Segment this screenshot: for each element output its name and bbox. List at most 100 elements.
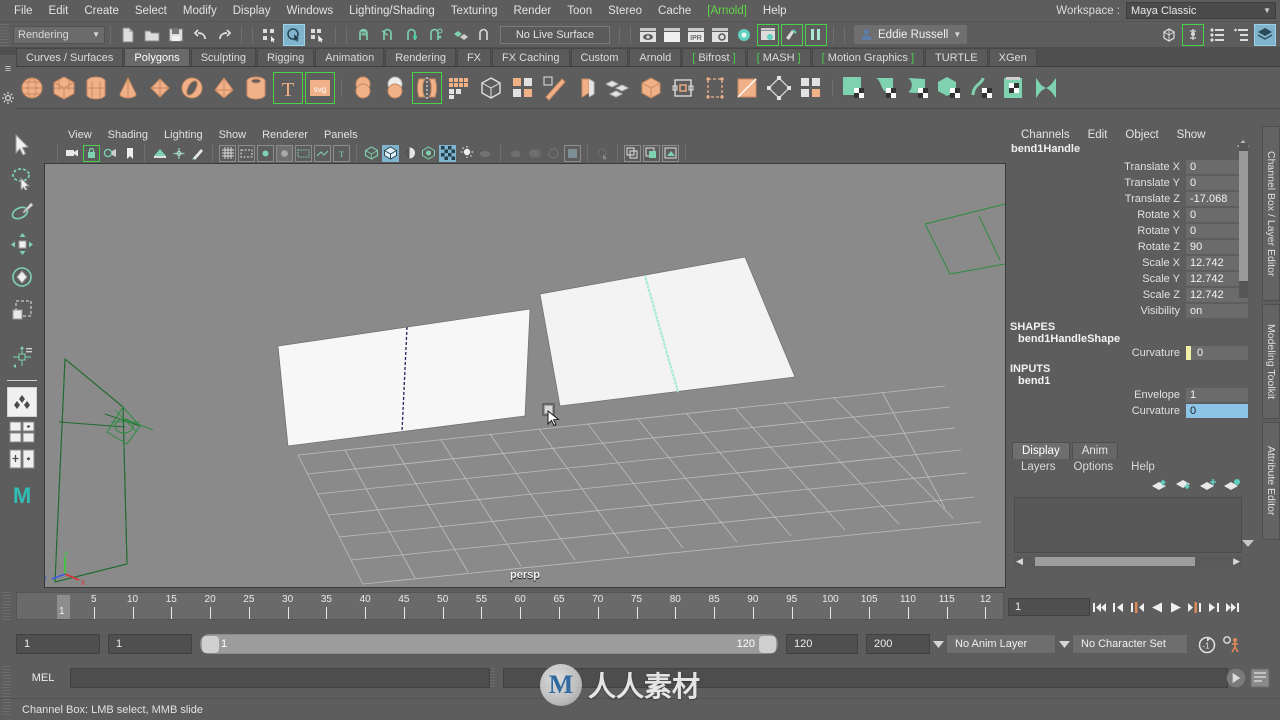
shelf-tab-sculpting[interactable]: Sculpting xyxy=(190,48,256,66)
attribute-editor-toggle-icon[interactable] xyxy=(1182,23,1204,46)
range-slider-bar[interactable]: 1 120 xyxy=(200,634,778,654)
previous-key-button[interactable] xyxy=(1128,597,1147,617)
snap-to-point-icon[interactable] xyxy=(401,24,423,46)
poly-quad-draw-icon[interactable] xyxy=(796,72,826,104)
channel-row-translate-x[interactable]: Translate X 0 xyxy=(1006,159,1262,175)
poly-torus-icon[interactable] xyxy=(177,72,207,104)
poly-mirror-icon[interactable] xyxy=(412,71,442,104)
menu-windows[interactable]: Windows xyxy=(278,2,341,20)
step-back-button[interactable] xyxy=(1109,597,1128,617)
undo-button[interactable] xyxy=(189,24,211,46)
poly-cube-icon[interactable] xyxy=(49,72,79,104)
poly-append-icon[interactable] xyxy=(700,72,730,104)
hypershade-icon[interactable] xyxy=(733,24,755,46)
shelf-menu-icon[interactable]: ≡ xyxy=(5,63,11,74)
animation-preferences-icon[interactable] xyxy=(1220,633,1242,655)
poly-plane-icon[interactable] xyxy=(145,72,175,104)
layers-toggle-icon[interactable] xyxy=(1254,23,1276,46)
xray-icon[interactable] xyxy=(295,144,312,162)
uv-layout-icon[interactable] xyxy=(999,72,1029,104)
light-editor-icon[interactable] xyxy=(781,23,803,46)
viewport-menu-shading[interactable]: Shading xyxy=(100,129,156,141)
shelf-tab-bifrost[interactable]: [ Bifrost ] xyxy=(682,48,746,66)
channel-value-field[interactable]: on xyxy=(1186,304,1248,318)
poly-reduce-icon[interactable] xyxy=(764,72,794,104)
channel-box-toggle-icon[interactable] xyxy=(1206,24,1228,46)
ipr-render-icon[interactable]: IPR xyxy=(685,24,707,46)
open-scene-button[interactable] xyxy=(141,24,163,46)
shelf-tab-fx-caching[interactable]: FX Caching xyxy=(492,48,570,66)
modeling-toolkit-toggle-icon[interactable] xyxy=(1158,24,1180,46)
poly-svg-icon[interactable]: svg xyxy=(305,71,335,104)
two-d-pan-zoom-icon[interactable] xyxy=(170,145,187,162)
wireframe-shading-icon[interactable] xyxy=(363,145,380,162)
camera-attributes-icon[interactable] xyxy=(102,145,119,162)
xray-joints-icon[interactable] xyxy=(314,144,331,162)
select-by-component-icon[interactable] xyxy=(307,24,329,46)
poly-cone-icon[interactable] xyxy=(113,72,143,104)
live-surface-field[interactable]: No Live Surface xyxy=(500,25,610,44)
command-input-field[interactable] xyxy=(70,668,490,688)
shelf-tab-polygons[interactable]: Polygons xyxy=(124,48,190,66)
shadows-icon[interactable] xyxy=(477,145,494,162)
range-end-field[interactable]: 120 xyxy=(786,634,858,654)
go-to-start-button[interactable] xyxy=(1090,597,1109,617)
anim-end-field[interactable]: 200 xyxy=(866,634,930,654)
paint-select-tool-icon[interactable] xyxy=(7,196,37,226)
poly-combine-icon[interactable] xyxy=(476,72,506,104)
command-output-field[interactable] xyxy=(503,668,1228,688)
uv-symmetrize-icon[interactable] xyxy=(1031,72,1061,104)
poly-separate-icon[interactable] xyxy=(508,72,538,104)
poly-bridge-icon[interactable] xyxy=(636,72,666,104)
shelf-tab-fx[interactable]: FX xyxy=(456,48,492,66)
workspace-dropdown[interactable]: Maya Classic ▼ xyxy=(1126,2,1276,19)
anim-layer-field[interactable]: No Anim Layer xyxy=(946,634,1056,654)
shade-all-and-wireframe-icon[interactable] xyxy=(401,145,418,162)
character-set-field[interactable]: No Character Set xyxy=(1072,634,1188,654)
viewport-copy-icon[interactable] xyxy=(624,144,641,162)
resolution-gate-icon[interactable] xyxy=(257,144,274,162)
menu-cache[interactable]: Cache xyxy=(650,2,699,20)
render-setup-icon[interactable] xyxy=(757,23,779,46)
viewport-paste-icon[interactable] xyxy=(643,144,660,162)
move-layer-up-icon[interactable] xyxy=(1149,474,1171,496)
viewport-menu-show[interactable]: Show xyxy=(211,129,255,141)
shelf-tab-rendering[interactable]: Rendering xyxy=(385,48,456,66)
select-camera-icon[interactable] xyxy=(64,145,81,162)
menu-edit[interactable]: Edit xyxy=(41,2,77,20)
uv-cylindrical-icon[interactable] xyxy=(903,72,933,104)
lasso-tool-icon[interactable] xyxy=(7,163,37,193)
timeslider-grip[interactable] xyxy=(2,592,11,620)
layer-scroll-thumb[interactable] xyxy=(1034,557,1195,566)
new-scene-button[interactable] xyxy=(117,24,139,46)
channel-row-envelope[interactable]: Envelope 1 xyxy=(1006,387,1262,403)
channel-row-translate-y[interactable]: Translate Y 0 xyxy=(1006,175,1262,191)
auto-keyframe-toggle-icon[interactable]: -1 xyxy=(1196,633,1218,655)
use-all-lights-icon[interactable] xyxy=(458,145,475,162)
menu-set-dropdown[interactable]: Rendering ▼ xyxy=(13,25,105,44)
snap-to-grid-icon[interactable] xyxy=(353,24,375,46)
menu-texturing[interactable]: Texturing xyxy=(443,2,506,20)
script-editor-button[interactable] xyxy=(1225,667,1247,689)
channel-row-visibility[interactable]: Visibility on xyxy=(1006,303,1262,319)
menu-select[interactable]: Select xyxy=(127,2,175,20)
command-language-label[interactable]: MEL xyxy=(16,668,70,688)
menu-display[interactable]: Display xyxy=(225,2,279,20)
scroll-left-arrow-icon[interactable]: ◀ xyxy=(1016,556,1023,567)
viewport-menu-panels[interactable]: Panels xyxy=(316,129,366,141)
channel-row-scale-x[interactable]: Scale X 12.742 xyxy=(1006,255,1262,271)
select-tool-icon[interactable] xyxy=(7,130,37,160)
menu-file[interactable]: File xyxy=(6,2,41,20)
poly-smooth-icon[interactable] xyxy=(444,72,474,104)
smooth-shade-all-icon[interactable] xyxy=(382,144,399,162)
poly-multicut-icon[interactable] xyxy=(540,72,570,104)
motion-blur-icon[interactable] xyxy=(526,145,543,162)
shelf-tab-turtle[interactable]: TURTLE xyxy=(925,48,988,66)
viewport-3d-canvas[interactable]: y x z persp xyxy=(44,163,1006,588)
uv-unfold-icon[interactable] xyxy=(967,72,997,104)
channel-row-scale-z[interactable]: Scale Z 12.742 xyxy=(1006,287,1262,303)
range-start-field[interactable]: 1 xyxy=(108,634,192,654)
poly-booleans-union-icon[interactable] xyxy=(348,72,378,104)
xray-active-components-icon[interactable]: T xyxy=(333,144,350,162)
channel-row-rotate-y[interactable]: Rotate Y 0 xyxy=(1006,223,1262,239)
